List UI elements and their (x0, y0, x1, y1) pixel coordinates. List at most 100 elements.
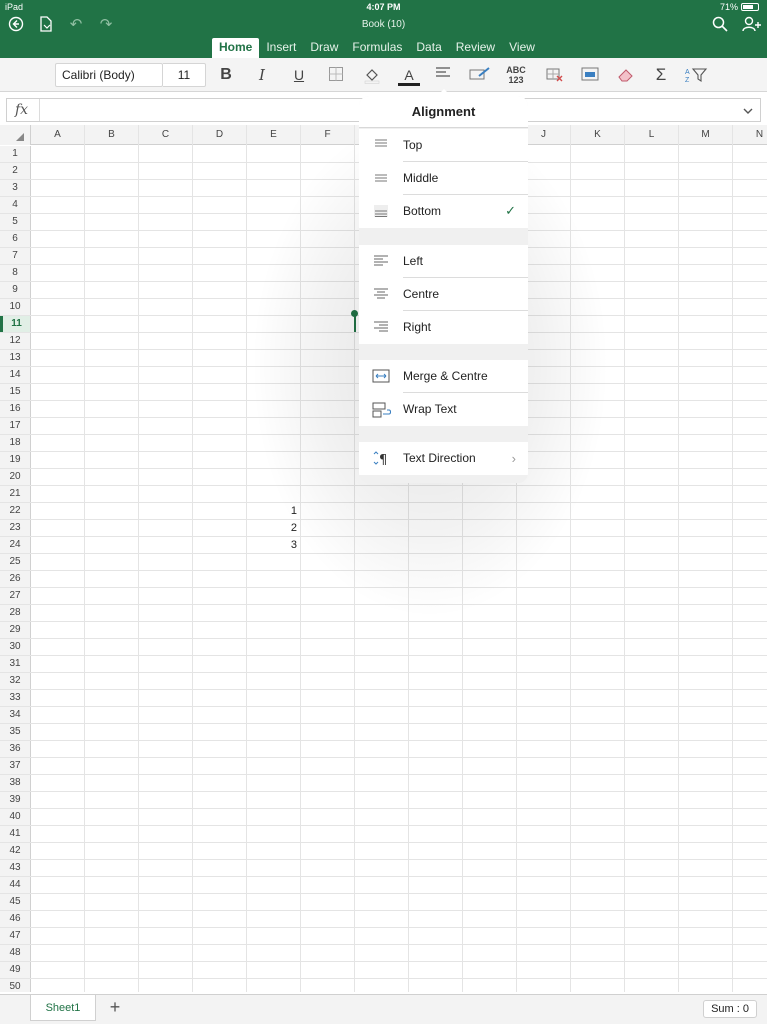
row-header[interactable]: 45 (0, 894, 31, 910)
row-header[interactable]: 35 (0, 724, 31, 740)
column-header[interactable]: B (85, 125, 139, 145)
row-header[interactable]: 39 (0, 792, 31, 808)
font-name-field[interactable]: Calibri (Body) (55, 63, 163, 87)
row-header[interactable]: 3 (0, 180, 31, 196)
align-middle-option[interactable]: Middle (359, 162, 528, 195)
row-header[interactable]: 34 (0, 707, 31, 723)
row-header[interactable]: 8 (0, 265, 31, 281)
fx-label: fx (15, 102, 29, 118)
align-bottom-option[interactable]: Bottom ✓ (359, 195, 528, 228)
autosum-button[interactable]: Σ (648, 64, 674, 86)
row-header[interactable]: 43 (0, 860, 31, 876)
row-header[interactable]: 16 (0, 401, 31, 417)
share-add-person-icon[interactable] (741, 16, 763, 34)
row-header[interactable]: 1 (0, 146, 31, 162)
row-header[interactable]: 7 (0, 248, 31, 264)
font-size-field[interactable]: 11 (163, 63, 206, 87)
row-header[interactable]: 44 (0, 877, 31, 893)
row-header[interactable]: 24 (0, 537, 31, 553)
align-centre-option[interactable]: Centre (359, 278, 528, 311)
row-header[interactable]: 9 (0, 282, 31, 298)
clear-eraser-icon[interactable] (613, 64, 639, 86)
chevron-down-icon[interactable] (742, 104, 754, 116)
row-header[interactable]: 41 (0, 826, 31, 842)
align-right-option[interactable]: Right (359, 311, 528, 344)
tab-formulas[interactable]: Formulas (345, 38, 409, 58)
row-header[interactable]: 14 (0, 367, 31, 383)
sort-filter-icon[interactable]: AZ (683, 64, 709, 86)
row-header[interactable]: 38 (0, 775, 31, 791)
select-all-corner[interactable] (0, 125, 31, 145)
tab-draw[interactable]: Draw (303, 38, 345, 58)
row-header[interactable]: 18 (0, 435, 31, 451)
column-header[interactable]: A (31, 125, 85, 145)
row-header[interactable]: 25 (0, 554, 31, 570)
row-header[interactable]: 48 (0, 945, 31, 961)
italic-button[interactable]: I (249, 64, 275, 86)
align-left-option[interactable]: Left (359, 245, 528, 278)
cell-styles-icon[interactable] (467, 64, 493, 86)
tab-data[interactable]: Data (409, 38, 448, 58)
align-top-option[interactable]: Top (359, 129, 528, 162)
row-header[interactable]: 21 (0, 486, 31, 502)
row-header[interactable]: 29 (0, 622, 31, 638)
row-header[interactable]: 2 (0, 163, 31, 179)
row-header[interactable]: 4 (0, 197, 31, 213)
tab-insert[interactable]: Insert (259, 38, 303, 58)
row-header[interactable]: 47 (0, 928, 31, 944)
tab-review[interactable]: Review (449, 38, 502, 58)
row-header[interactable]: 32 (0, 673, 31, 689)
bold-button[interactable]: B (213, 64, 239, 86)
sheet-tab-sheet1[interactable]: Sheet1 (30, 995, 96, 1021)
row-header[interactable]: 40 (0, 809, 31, 825)
row-header[interactable]: 22 (0, 503, 31, 519)
row-header[interactable]: 13 (0, 350, 31, 366)
tab-view[interactable]: View (502, 38, 542, 58)
row-header[interactable]: 26 (0, 571, 31, 587)
row-header[interactable]: 23 (0, 520, 31, 536)
grid-row: 33 (0, 690, 767, 707)
search-icon[interactable] (711, 16, 729, 34)
row-header[interactable]: 49 (0, 962, 31, 978)
row-header[interactable]: 46 (0, 911, 31, 927)
row-header[interactable]: 50 (0, 979, 31, 992)
row-header[interactable]: 37 (0, 758, 31, 774)
row-header[interactable]: 5 (0, 214, 31, 230)
row-header[interactable]: 6 (0, 231, 31, 247)
column-header[interactable]: C (139, 125, 193, 145)
align-menu-icon[interactable] (430, 64, 456, 86)
row-header[interactable]: 36 (0, 741, 31, 757)
row-header[interactable]: 33 (0, 690, 31, 706)
row-header[interactable]: 30 (0, 639, 31, 655)
column-header[interactable]: D (193, 125, 247, 145)
format-cells-icon[interactable] (577, 64, 603, 86)
row-header[interactable]: 10 (0, 299, 31, 315)
underline-button[interactable]: U (286, 64, 312, 86)
svg-text:¶: ¶ (379, 453, 387, 467)
sum-indicator[interactable]: Sum : 0 (703, 1000, 757, 1018)
row-header[interactable]: 19 (0, 452, 31, 468)
column-header[interactable]: L (625, 125, 679, 145)
row-header[interactable]: 17 (0, 418, 31, 434)
row-header[interactable]: 11 (0, 316, 31, 332)
row-header[interactable]: 31 (0, 656, 31, 672)
add-sheet-button[interactable]: + (106, 997, 124, 1017)
row-header[interactable]: 27 (0, 588, 31, 604)
align-right-label: Right (403, 320, 432, 334)
text-direction-option[interactable]: ¶ Text Direction › (359, 442, 528, 475)
row-header[interactable]: 28 (0, 605, 31, 621)
row-header[interactable]: 15 (0, 384, 31, 400)
merge-centre-option[interactable]: Merge & Centre (359, 360, 528, 393)
row-header[interactable]: 12 (0, 333, 31, 349)
fill-color-icon[interactable] (359, 64, 385, 86)
column-header[interactable]: N (733, 125, 767, 145)
number-format-button[interactable]: ABC 123 (503, 64, 529, 86)
wrap-text-option[interactable]: Wrap Text (359, 393, 528, 426)
row-header[interactable]: 42 (0, 843, 31, 859)
borders-icon[interactable] (323, 64, 349, 86)
font-color-button[interactable]: A (396, 64, 422, 86)
column-header[interactable]: M (679, 125, 733, 145)
tab-home[interactable]: Home (212, 38, 260, 58)
insert-delete-cells-icon[interactable] (541, 64, 567, 86)
row-header[interactable]: 20 (0, 469, 31, 485)
